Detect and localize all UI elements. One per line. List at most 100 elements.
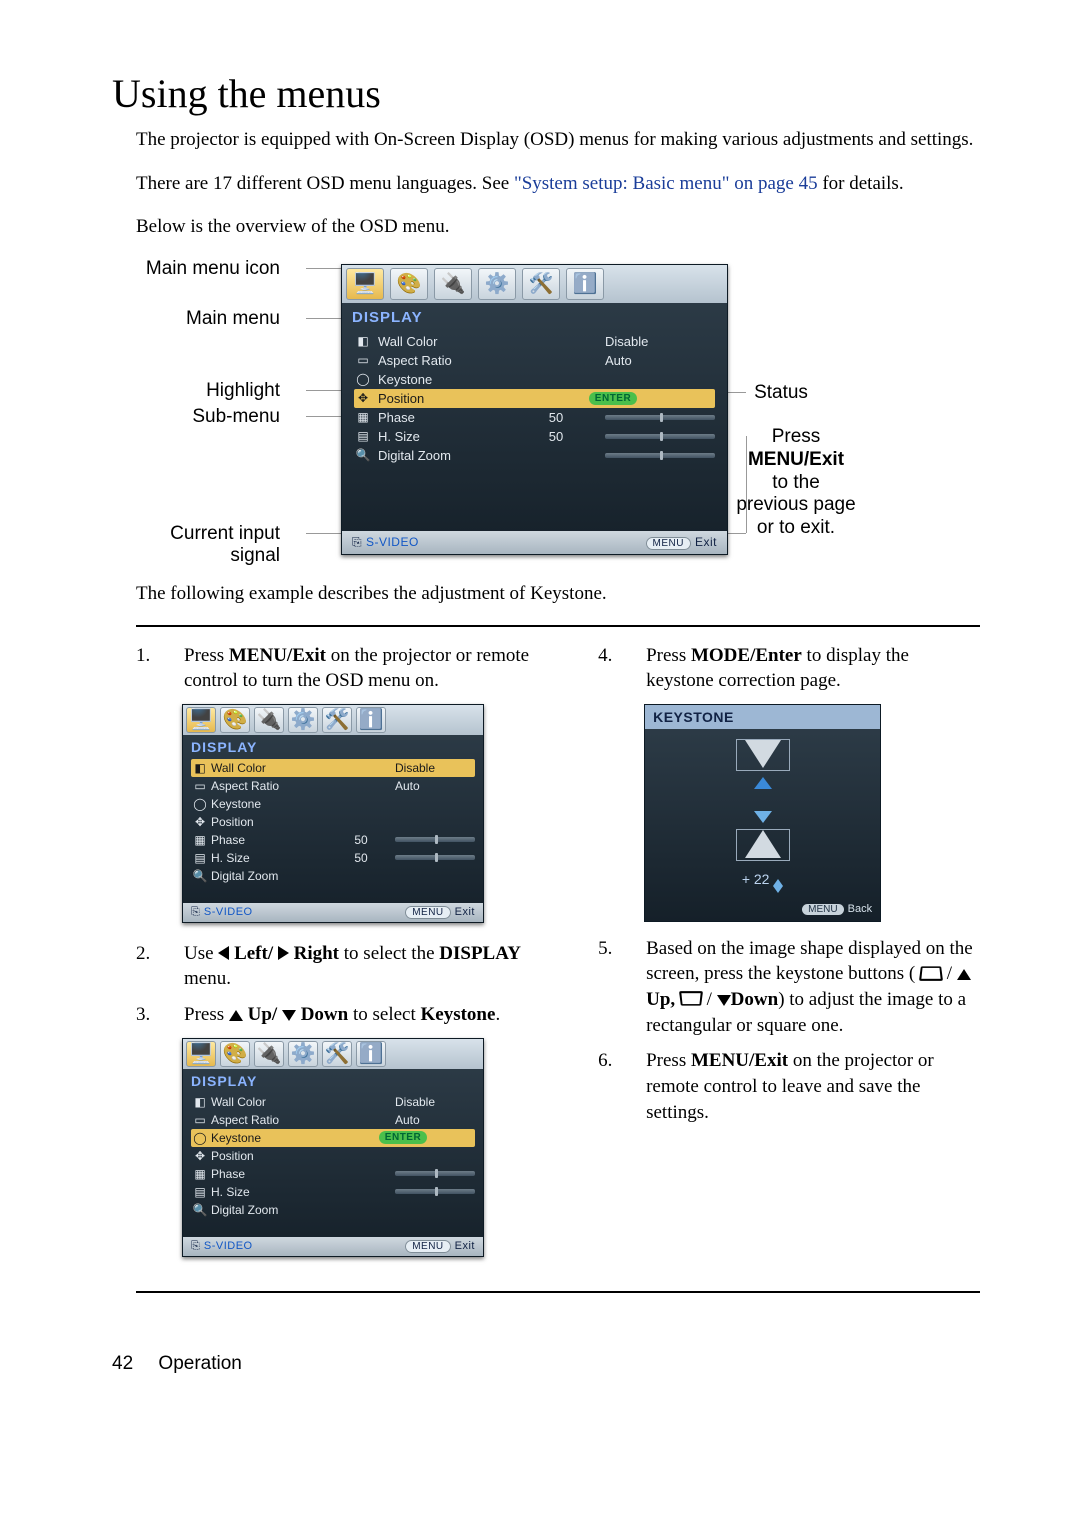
zoom-icon: 🔍 bbox=[354, 448, 372, 462]
osd-item-value: 50 bbox=[331, 851, 391, 865]
phase-icon: ▦ bbox=[354, 410, 372, 424]
slider-icon bbox=[395, 1171, 475, 1176]
osd-tab-bar: 🖥️ 🎨 🔌 ⚙️ 🛠️ ℹ️ bbox=[183, 705, 483, 735]
keystone-footer-back: Back bbox=[848, 903, 872, 915]
down-arrow-icon[interactable] bbox=[754, 811, 772, 823]
osd-title: DISPLAY bbox=[183, 1069, 483, 1091]
trapezoid-top-glyph-icon bbox=[919, 967, 943, 982]
osd-tab-source[interactable]: 🔌 bbox=[254, 1041, 284, 1067]
osd-item-label: H. Size bbox=[211, 851, 327, 865]
info-icon: ℹ️ bbox=[573, 271, 598, 296]
osd-item-keystone[interactable]: ◯ Keystone bbox=[191, 795, 475, 813]
osd-tab-picture[interactable]: 🎨 bbox=[390, 268, 428, 300]
down-arrow-icon bbox=[282, 1010, 296, 1021]
up-down-icon bbox=[773, 879, 783, 893]
osd-item-wall-color[interactable]: ◧ Wall Color Disable bbox=[191, 1093, 475, 1111]
keystone-value: + 22 bbox=[742, 871, 770, 887]
position-icon: ✥ bbox=[191, 815, 209, 829]
osd-tab-system-basic[interactable]: ⚙️ bbox=[288, 707, 318, 733]
t: . bbox=[495, 1004, 500, 1025]
osd-item-label: Position bbox=[211, 815, 327, 829]
osd-tab-info[interactable]: ℹ️ bbox=[566, 268, 604, 300]
osd-tab-source[interactable]: 🔌 bbox=[254, 707, 284, 733]
osd-tab-display[interactable]: 🖥️ bbox=[186, 707, 216, 733]
osd-item-digital-zoom[interactable]: 🔍 Digital Zoom bbox=[354, 446, 715, 465]
osd-tab-display[interactable]: 🖥️ bbox=[186, 1041, 216, 1067]
osd-item-keystone[interactable]: ◯ Keystone bbox=[354, 370, 715, 389]
enter-badge: ENTER bbox=[589, 392, 637, 405]
osd-item-label: H. Size bbox=[211, 1185, 327, 1199]
position-icon: ✥ bbox=[354, 391, 372, 405]
aspect-icon: ▭ bbox=[354, 353, 372, 367]
step-number-6: 6. bbox=[598, 1048, 646, 1125]
osd-item-value: Disable bbox=[605, 334, 715, 349]
osd-tab-system-adv[interactable]: 🛠️ bbox=[322, 707, 352, 733]
t: MODE/Enter bbox=[691, 645, 802, 666]
page-heading: Using the menus bbox=[112, 70, 980, 117]
osd-tab-bar: 🖥️ 🎨 🔌 ⚙️ 🛠️ ℹ️ bbox=[183, 1039, 483, 1069]
osd-tab-info[interactable]: ℹ️ bbox=[356, 707, 386, 733]
osd-item-digital-zoom[interactable]: 🔍 Digital Zoom bbox=[191, 1201, 475, 1219]
osd-item-label: Aspect Ratio bbox=[378, 353, 507, 368]
osd-item-label: Digital Zoom bbox=[211, 869, 327, 883]
osd-item-hsize[interactable]: ▤ H. Size bbox=[191, 1183, 475, 1201]
settings-adv-icon: 🛠️ bbox=[325, 1041, 350, 1066]
trapezoid-top-wide-icon bbox=[745, 740, 781, 768]
osd-tab-display[interactable]: 🖥️ bbox=[346, 268, 384, 300]
osd-item-aspect-ratio[interactable]: ▭ Aspect Ratio Auto bbox=[191, 777, 475, 795]
step-1-b: MENU/Exit bbox=[229, 645, 326, 666]
osd-item-label: Digital Zoom bbox=[211, 1203, 327, 1217]
osd-item-position[interactable]: ✥ Position ENTER bbox=[354, 389, 715, 408]
osd-footer-source: S-VIDEO bbox=[366, 535, 419, 549]
t: MENU/Exit bbox=[691, 1050, 788, 1071]
slider-icon bbox=[395, 855, 475, 860]
t: Press bbox=[646, 645, 691, 666]
osd-item-aspect-ratio[interactable]: ▭ Aspect Ratio Auto bbox=[191, 1111, 475, 1129]
zoom-icon: 🔍 bbox=[191, 1203, 209, 1217]
osd-item-wall-color[interactable]: ◧ Wall Color Disable bbox=[354, 332, 715, 351]
osd-item-aspect-ratio[interactable]: ▭ Aspect Ratio Auto bbox=[354, 351, 715, 370]
osd-item-position[interactable]: ✥ Position bbox=[191, 813, 475, 831]
source-plug-icon: ⎘ bbox=[352, 535, 362, 549]
osd-tab-system-adv[interactable]: 🛠️ bbox=[322, 1041, 352, 1067]
osd-item-phase[interactable]: ▦ Phase bbox=[191, 1165, 475, 1183]
slider-icon bbox=[395, 837, 475, 842]
left-arrow-icon bbox=[218, 946, 229, 960]
annot-sub-menu: Sub-menu bbox=[192, 406, 280, 428]
osd-item-keystone[interactable]: ◯ Keystone ENTER bbox=[191, 1129, 475, 1147]
osd-item-phase[interactable]: ▦ Phase 50 bbox=[191, 831, 475, 849]
osd-tab-info[interactable]: ℹ️ bbox=[356, 1041, 386, 1067]
slider-icon bbox=[605, 453, 715, 458]
osd-item-label: Aspect Ratio bbox=[211, 779, 327, 793]
osd-tab-source[interactable]: 🔌 bbox=[434, 268, 472, 300]
up-arrow-icon bbox=[229, 1010, 243, 1021]
menu-pill: MENU bbox=[405, 1240, 450, 1253]
t: Up, bbox=[646, 989, 675, 1010]
after-diagram-text: The following example describes the adju… bbox=[136, 581, 980, 607]
annot-highlight: Highlight bbox=[206, 380, 280, 402]
system-setup-link[interactable]: "System setup: Basic menu" on page 45 bbox=[514, 173, 818, 194]
osd-item-hsize[interactable]: ▤ H. Size 50 bbox=[191, 849, 475, 867]
osd-item-phase[interactable]: ▦ Phase 50 bbox=[354, 408, 715, 427]
hsize-icon: ▤ bbox=[191, 1185, 209, 1199]
t: Press bbox=[646, 1050, 691, 1071]
wall-color-icon: ◧ bbox=[354, 334, 372, 348]
source-plug-icon: ⎘ bbox=[191, 1240, 200, 1252]
t: to select the bbox=[339, 943, 439, 964]
osd-tab-picture[interactable]: 🎨 bbox=[220, 1041, 250, 1067]
up-arrow-icon[interactable] bbox=[754, 777, 772, 789]
osd-item-digital-zoom[interactable]: 🔍 Digital Zoom bbox=[191, 867, 475, 885]
settings-basic-icon: ⚙️ bbox=[485, 271, 510, 296]
osd-item-hsize[interactable]: ▤ H. Size 50 bbox=[354, 427, 715, 446]
intro-paragraph-2: There are 17 different OSD menu language… bbox=[136, 171, 980, 197]
annot-current-input: Current input signal bbox=[136, 523, 280, 567]
osd-title: DISPLAY bbox=[342, 303, 727, 330]
osd-tab-system-adv[interactable]: 🛠️ bbox=[522, 268, 560, 300]
osd-item-position[interactable]: ✥ Position bbox=[191, 1147, 475, 1165]
t: Left/ bbox=[229, 943, 278, 964]
osd-item-wall-color[interactable]: ◧ Wall Color Disable bbox=[191, 759, 475, 777]
osd-tab-system-basic[interactable]: ⚙️ bbox=[288, 1041, 318, 1067]
osd-tab-system-basic[interactable]: ⚙️ bbox=[478, 268, 516, 300]
osd-item-label: Wall Color bbox=[378, 334, 507, 349]
osd-tab-picture[interactable]: 🎨 bbox=[220, 707, 250, 733]
